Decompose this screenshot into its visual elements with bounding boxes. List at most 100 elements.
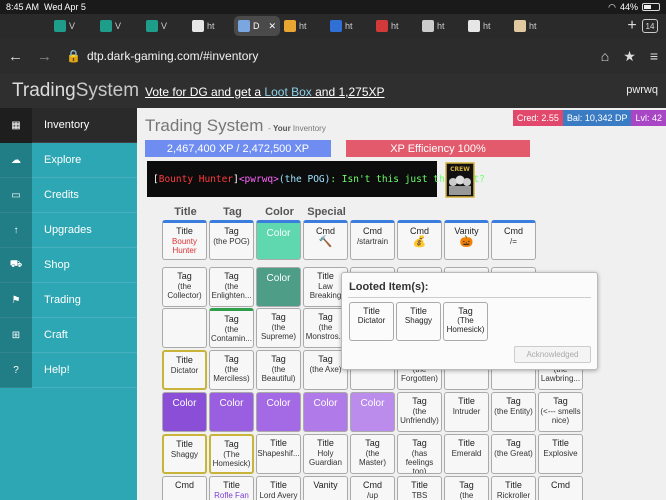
sidebar-item-label: Credits [44, 189, 79, 201]
inventory-slot[interactable]: Title Holy Guardian [303, 434, 348, 474]
back-icon[interactable]: ← [8, 48, 23, 65]
inventory-slot[interactable]: Color [209, 392, 254, 432]
inventory-slot[interactable]: Color [256, 220, 301, 260]
looted-item[interactable]: Title Dictator [349, 302, 394, 341]
sidebar-item-help[interactable]: ? Help! [0, 352, 137, 388]
address-bar[interactable]: 🔒 dtp.dark-gaming.com/#inventory [66, 43, 587, 69]
inventory-slot[interactable]: Title Dictator [162, 350, 207, 390]
inventory-slot[interactable]: Tag (the Great) [491, 434, 536, 474]
brand-logo[interactable]: TradingSystem [12, 80, 139, 102]
browser-tab[interactable]: ht [510, 16, 556, 36]
sidebar-item-craft[interactable]: ⊞ Craft [0, 317, 137, 353]
browser-tab[interactable]: V [50, 16, 96, 36]
sidebar-item-credits[interactable]: ▭ Credits [0, 177, 137, 213]
t-favicon [54, 20, 66, 32]
inventory-slot[interactable]: Color [350, 392, 395, 432]
inventory-slot[interactable]: Title Rickroller [491, 476, 536, 500]
inventory-slot[interactable]: Vanity [303, 476, 348, 500]
inventory-slot[interactable]: Cmd/= [491, 220, 536, 260]
a-favicon [376, 20, 388, 32]
slot-type: Cmd [362, 226, 382, 236]
new-tab-button[interactable]: + [622, 17, 642, 35]
inventory-slot[interactable]: Title TBS [397, 476, 442, 500]
inventory-slot[interactable]: Cmd/startrain [350, 220, 395, 260]
sidebar-item-upgrades[interactable]: ↑ Upgrades [0, 212, 137, 248]
browser-tab[interactable]: ht [372, 16, 418, 36]
t-favicon [100, 20, 112, 32]
inventory-slot[interactable] [162, 308, 207, 348]
sidebar-item-label: Explore [44, 154, 82, 166]
inventory-slot[interactable]: Color [256, 392, 301, 432]
inventory-slot[interactable]: Title Emerald [444, 434, 489, 474]
inventory-slot[interactable]: Cmd [538, 476, 583, 500]
inventory-slot[interactable]: Cmd/up [350, 476, 395, 500]
inventory-slot[interactable]: Title Rofle Fan [209, 476, 254, 500]
looted-item[interactable]: Tag (The Homesick) [443, 302, 488, 341]
inventory-slot[interactable]: Tag (the Enlighten... [209, 267, 254, 307]
inventory-slot[interactable]: Cmd [162, 476, 207, 500]
browser-tab[interactable]: ht [280, 16, 326, 36]
sidebar-item-inventory[interactable]: ▦ Inventory [0, 107, 137, 143]
inventory-slot[interactable]: Tag (the POG) [209, 220, 254, 260]
close-tab-icon[interactable]: ✕ [268, 21, 276, 32]
inventory-slot[interactable]: Title Intruder [444, 392, 489, 432]
browser-tab[interactable]: D ✕ [234, 16, 280, 36]
sidebar-item-shop[interactable]: ⛟ Shop [0, 247, 137, 283]
slot-value: Rickroller [496, 491, 531, 500]
inventory-slot[interactable]: Tag (the Contamin... [209, 308, 254, 348]
inventory-slot[interactable]: Tag (the Merciless) [209, 350, 254, 390]
inventory-slot[interactable]: Vanity 🎃 [444, 220, 489, 260]
sidebar-item-label: Trading [44, 294, 81, 306]
inventory-slot[interactable]: Tag (the [444, 476, 489, 500]
inventory-slot[interactable]: Title Bounty Hunter [162, 220, 207, 260]
inventory-slot[interactable]: Title Explosive [538, 434, 583, 474]
inventory-slot[interactable]: Tag (the Unfriendly) [397, 392, 442, 432]
username[interactable]: pwrwq [626, 84, 658, 96]
browser-tab[interactable]: ht [188, 16, 234, 36]
bookmark-star-icon[interactable]: ★ [623, 48, 636, 65]
inventory-slot[interactable]: Tag (has feelings too) [397, 434, 442, 474]
inventory-slot[interactable]: Tag (<--- smells nice) [538, 392, 583, 432]
browser-tab[interactable]: ht [464, 16, 510, 36]
slot-type: Tag [271, 354, 286, 364]
looted-item[interactable]: Title Shaggy [396, 302, 441, 341]
looted-items-list: Title Dictator Title Shaggy Tag (The Homesick… [349, 302, 597, 341]
inventory-slot[interactable]: Color [256, 267, 301, 307]
menu-icon[interactable]: ≡ [650, 48, 658, 64]
inventory-slot[interactable]: Color [162, 392, 207, 432]
page-title: Trading System - Your Inventory [145, 116, 326, 136]
tab-label: ht [529, 21, 537, 31]
home-icon[interactable]: ⌂ [601, 48, 609, 64]
inventory-slot[interactable]: Title Shapeshif... [256, 434, 301, 474]
inventory-slot[interactable]: Tag (the Beautiful) [256, 350, 301, 390]
slot-type: Color [266, 273, 291, 284]
browser-tab[interactable]: ht [418, 16, 464, 36]
loot-box-link[interactable]: Loot Box [264, 85, 311, 99]
vote-promo[interactable]: Vote for DG and get a Loot Box and 1,275… [145, 85, 385, 99]
inventory-slot[interactable]: Title Shaggy [162, 434, 207, 474]
inventory-slot[interactable]: Tag (The Homesick) [209, 434, 254, 474]
inventory-slot[interactable]: Cmd 💰 [397, 220, 442, 260]
browser-toolbar: ← → 🔒 dtp.dark-gaming.com/#inventory ⌂ ★… [0, 38, 666, 74]
inventory-slot[interactable]: Title Lord Avery [256, 476, 301, 500]
inventory-slot[interactable]: Tag (the Entity) [491, 392, 536, 432]
sidebar-item-trading[interactable]: ⚑ Trading [0, 282, 137, 318]
looted-item-type: Tag [458, 306, 473, 316]
stat-badges: Cred: 2.55 Bal: 10,342 DP Lvl: 42 [512, 110, 666, 126]
acknowledged-button[interactable]: Acknowledged [514, 346, 591, 363]
inventory-slot[interactable]: Tag (the Master) [350, 434, 395, 474]
inventory-slot[interactable]: Color [303, 392, 348, 432]
inventory-slot[interactable]: Cmd 🔨 [303, 220, 348, 260]
browser-tab[interactable]: ht [326, 16, 372, 36]
brand-main: Trading [12, 80, 76, 101]
date: Wed Apr 5 [44, 2, 86, 12]
tab-count-button[interactable]: 14 [642, 19, 658, 33]
browser-tab[interactable]: V [96, 16, 142, 36]
slot-type: Title [411, 480, 428, 490]
browser-tab[interactable] [4, 16, 50, 36]
sidebar-item-explore[interactable]: ☁ Explore [0, 142, 137, 178]
main-content: Trading System - Your Inventory Cred: 2.… [137, 108, 666, 500]
browser-tab[interactable]: V [142, 16, 188, 36]
inventory-slot[interactable]: Tag (the Collector) [162, 267, 207, 307]
inventory-slot[interactable]: Tag (the Supreme) [256, 308, 301, 348]
